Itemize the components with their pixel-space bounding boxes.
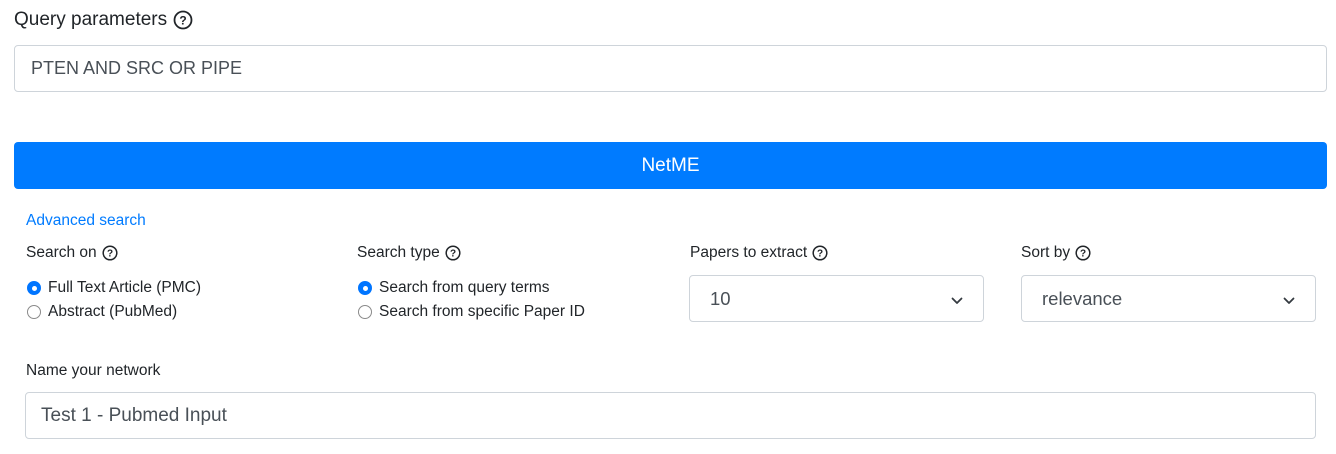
radio-query-terms[interactable]: Search from query terms — [358, 276, 585, 300]
radio-label: Search from query terms — [379, 279, 550, 296]
network-name-label: Name your network — [26, 362, 161, 379]
question-circle-icon[interactable]: ? — [102, 245, 118, 261]
query-parameters-label: Query parameters ? — [14, 9, 193, 31]
radio-label: Search from specific Paper ID — [379, 303, 585, 320]
svg-text:?: ? — [817, 249, 823, 260]
svg-text:?: ? — [107, 249, 113, 260]
chevron-down-icon — [1283, 288, 1295, 310]
papers-to-extract-select[interactable]: 10 — [689, 275, 984, 322]
radio-button[interactable] — [27, 305, 41, 319]
search-type-options: Search from query terms Search from spec… — [358, 276, 585, 324]
question-circle-icon[interactable]: ? — [1075, 245, 1091, 261]
radio-button-checked[interactable] — [358, 281, 372, 295]
sort-by-text: Sort by — [1021, 244, 1071, 261]
sort-by-label: Sort by ? — [1021, 244, 1091, 262]
question-circle-icon[interactable]: ? — [812, 245, 828, 261]
search-type-label: Search type ? — [357, 244, 461, 262]
query-input[interactable] — [14, 45, 1327, 92]
query-parameters-text: Query parameters — [14, 9, 168, 30]
select-value: 10 — [710, 287, 731, 309]
search-type-text: Search type — [357, 244, 440, 261]
papers-to-extract-label: Papers to extract ? — [690, 244, 828, 262]
radio-abstract[interactable]: Abstract (PubMed) — [27, 300, 201, 324]
netme-button[interactable]: NetME — [14, 142, 1327, 189]
svg-text:?: ? — [1080, 249, 1086, 260]
question-circle-icon[interactable]: ? — [173, 10, 193, 30]
radio-label: Full Text Article (PMC) — [48, 279, 202, 296]
radio-button[interactable] — [358, 305, 372, 319]
network-name-input[interactable] — [25, 392, 1316, 439]
sort-by-select[interactable]: relevance — [1021, 275, 1316, 322]
radio-full-text[interactable]: Full Text Article (PMC) — [27, 276, 201, 300]
papers-to-extract-text: Papers to extract — [690, 244, 808, 261]
advanced-search-link[interactable]: Advanced search — [26, 212, 146, 230]
radio-paper-id[interactable]: Search from specific Paper ID — [358, 300, 585, 324]
question-circle-icon[interactable]: ? — [445, 245, 461, 261]
radio-label: Abstract (PubMed) — [48, 303, 178, 320]
chevron-down-icon — [951, 288, 963, 310]
search-on-options: Full Text Article (PMC) Abstract (PubMed… — [27, 276, 201, 324]
svg-text:?: ? — [450, 249, 456, 260]
svg-text:?: ? — [179, 14, 186, 28]
select-value: relevance — [1042, 287, 1123, 309]
search-on-label: Search on ? — [26, 244, 118, 262]
search-on-text: Search on — [26, 244, 97, 261]
radio-button-checked[interactable] — [27, 281, 41, 295]
